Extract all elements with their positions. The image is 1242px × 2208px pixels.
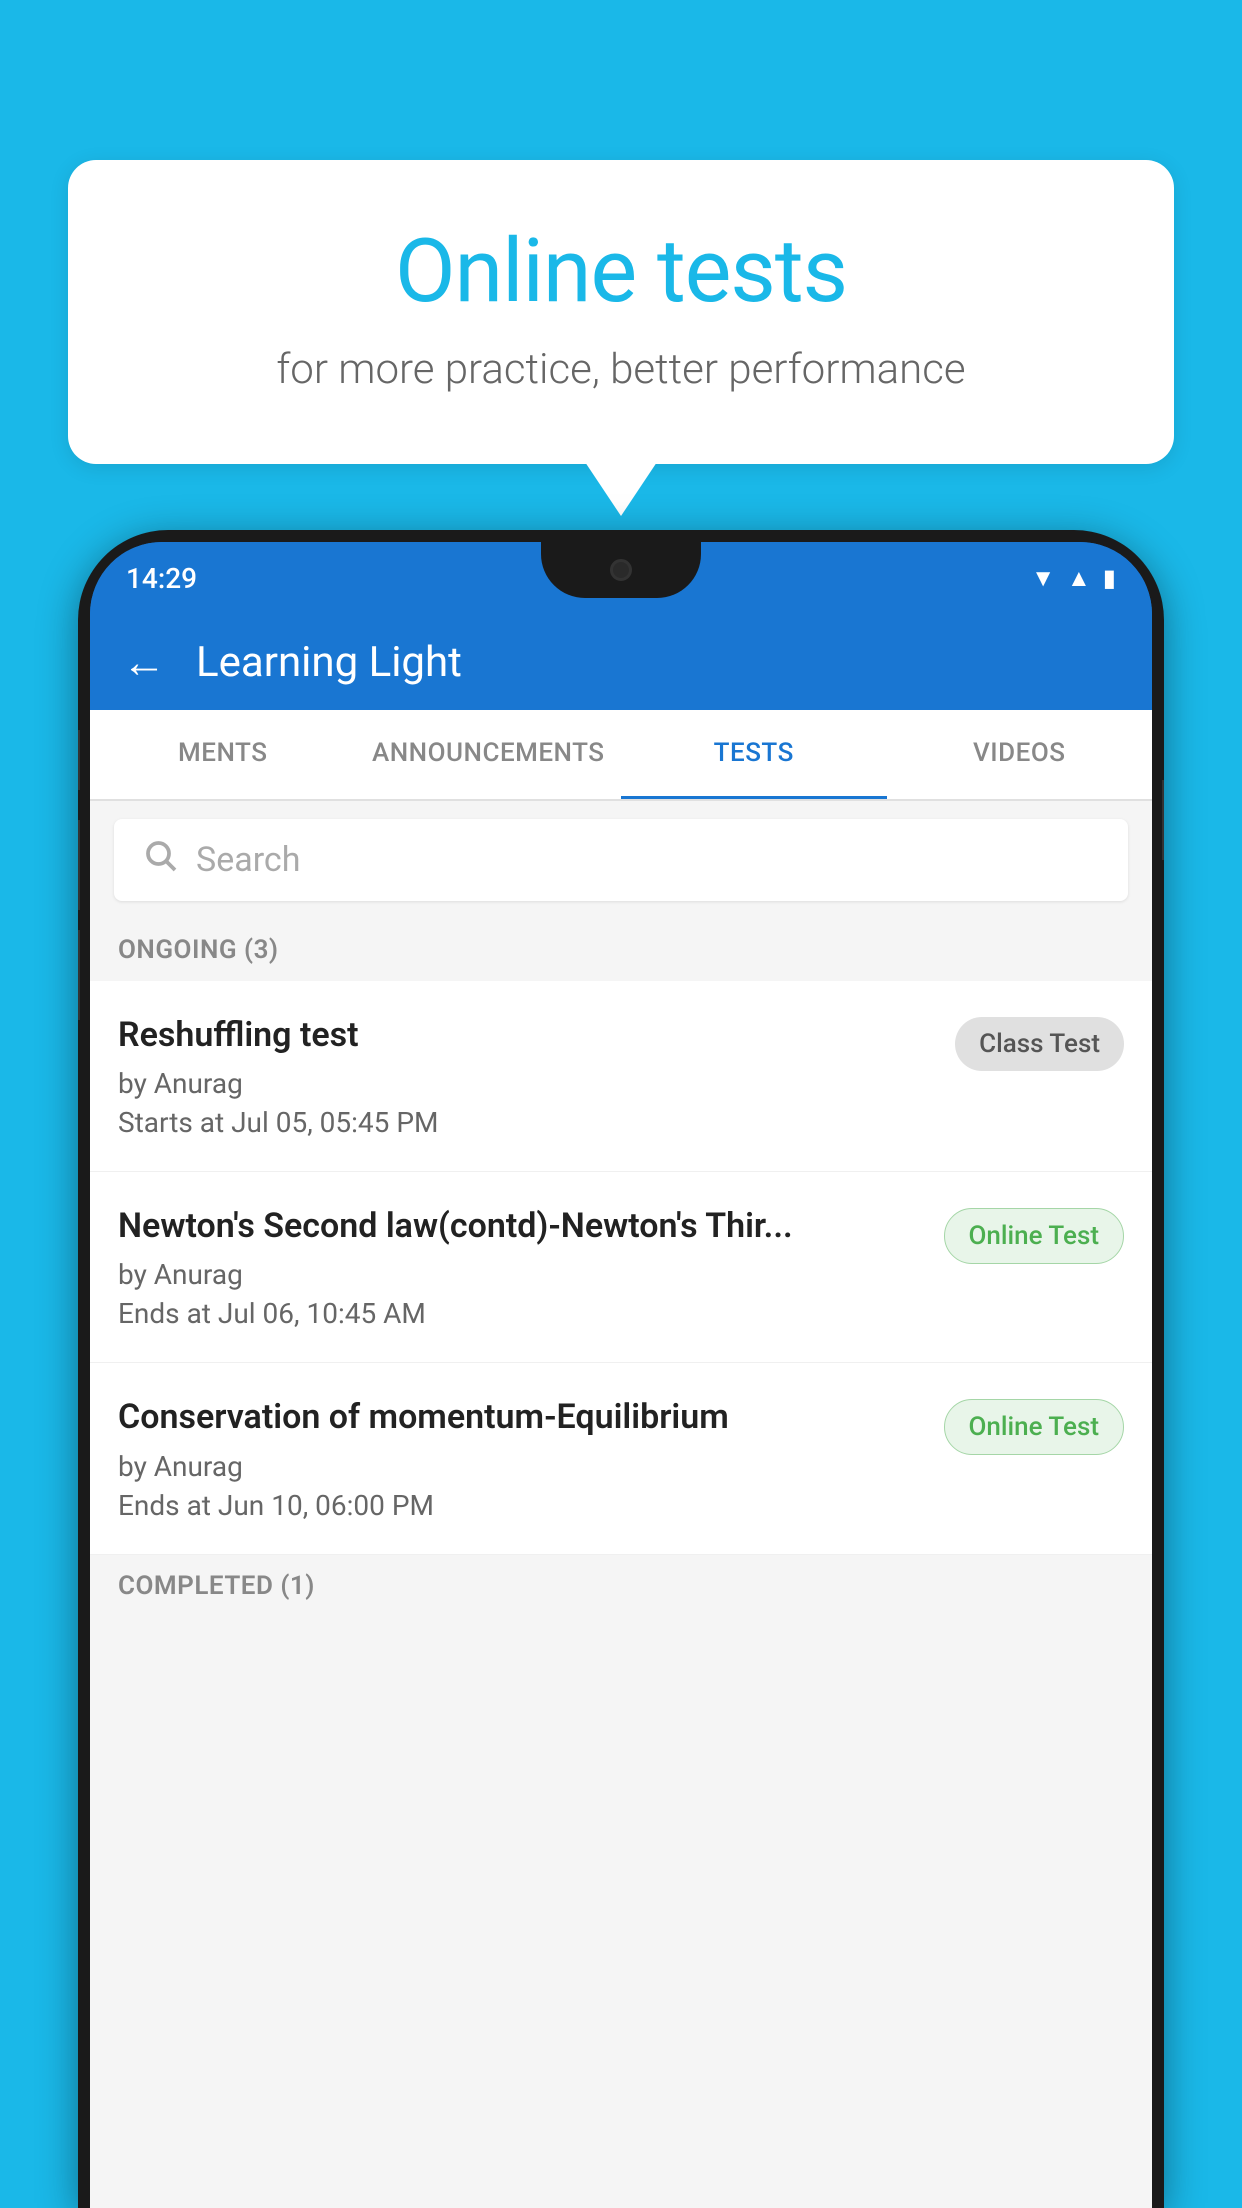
app-title: Learning Light	[196, 638, 462, 687]
status-icons: ▼ ▲ ▮	[1031, 564, 1116, 593]
tab-ments[interactable]: MENTS	[90, 710, 356, 799]
test-name: Reshuffling test	[118, 1013, 935, 1057]
volume-up-button	[78, 820, 80, 910]
search-icon	[142, 837, 178, 883]
app-header: ← Learning Light	[90, 614, 1152, 710]
test-badge-online-2: Online Test	[944, 1399, 1125, 1455]
speech-bubble-container: Online tests for more practice, better p…	[68, 160, 1174, 464]
tab-announcements[interactable]: ANNOUNCEMENTS	[356, 710, 622, 799]
phone-content: Search ONGOING (3) Reshuffling test by A…	[90, 801, 1152, 2208]
tab-videos[interactable]: VIDEOS	[887, 710, 1153, 799]
online-tests-subtitle: for more practice, better performance	[148, 345, 1094, 394]
wifi-icon: ▼	[1031, 564, 1055, 593]
tab-tests[interactable]: TESTS	[621, 710, 887, 799]
search-bar[interactable]: Search	[114, 819, 1128, 901]
test-date: Starts at Jul 05, 05:45 PM	[118, 1106, 935, 1139]
test-list: Reshuffling test by Anurag Starts at Jul…	[90, 981, 1152, 1555]
ongoing-section-label: ONGOING (3)	[90, 919, 1152, 981]
test-date: Ends at Jul 06, 10:45 AM	[118, 1297, 924, 1330]
test-badge-online: Online Test	[944, 1208, 1125, 1264]
search-bar-container: Search	[90, 801, 1152, 919]
back-button[interactable]: ←	[122, 636, 166, 688]
test-info: Newton's Second law(contd)-Newton's Thir…	[118, 1204, 944, 1330]
phone-frame: 14:29 ▼ ▲ ▮ ← Learning Light MENTS ANNOU…	[78, 530, 1164, 2208]
test-info: Reshuffling test by Anurag Starts at Jul…	[118, 1013, 955, 1139]
phone-notch	[541, 542, 701, 598]
phone-camera	[610, 559, 632, 581]
volume-down-button	[78, 930, 80, 1020]
test-author: by Anurag	[118, 1450, 924, 1483]
search-placeholder: Search	[196, 840, 300, 880]
phone-screen: 14:29 ▼ ▲ ▮ ← Learning Light MENTS ANNOU…	[90, 542, 1152, 2208]
tabs-container: MENTS ANNOUNCEMENTS TESTS VIDEOS	[90, 710, 1152, 801]
status-time: 14:29	[126, 562, 197, 595]
test-item[interactable]: Conservation of momentum-Equilibrium by …	[90, 1363, 1152, 1554]
status-bar: 14:29 ▼ ▲ ▮	[90, 542, 1152, 614]
test-author: by Anurag	[118, 1067, 935, 1100]
signal-icon: ▲	[1067, 564, 1091, 593]
mute-button	[78, 730, 80, 790]
test-item[interactable]: Reshuffling test by Anurag Starts at Jul…	[90, 981, 1152, 1172]
test-name: Newton's Second law(contd)-Newton's Thir…	[118, 1204, 924, 1248]
completed-section-label: COMPLETED (1)	[90, 1555, 1152, 1617]
online-tests-title: Online tests	[148, 220, 1094, 323]
test-item[interactable]: Newton's Second law(contd)-Newton's Thir…	[90, 1172, 1152, 1363]
test-name: Conservation of momentum-Equilibrium	[118, 1395, 924, 1439]
test-date: Ends at Jun 10, 06:00 PM	[118, 1489, 924, 1522]
test-author: by Anurag	[118, 1258, 924, 1291]
speech-bubble: Online tests for more practice, better p…	[68, 160, 1174, 464]
test-badge-class: Class Test	[955, 1017, 1124, 1071]
test-info: Conservation of momentum-Equilibrium by …	[118, 1395, 944, 1521]
battery-icon: ▮	[1103, 564, 1116, 592]
power-button	[1162, 780, 1164, 860]
